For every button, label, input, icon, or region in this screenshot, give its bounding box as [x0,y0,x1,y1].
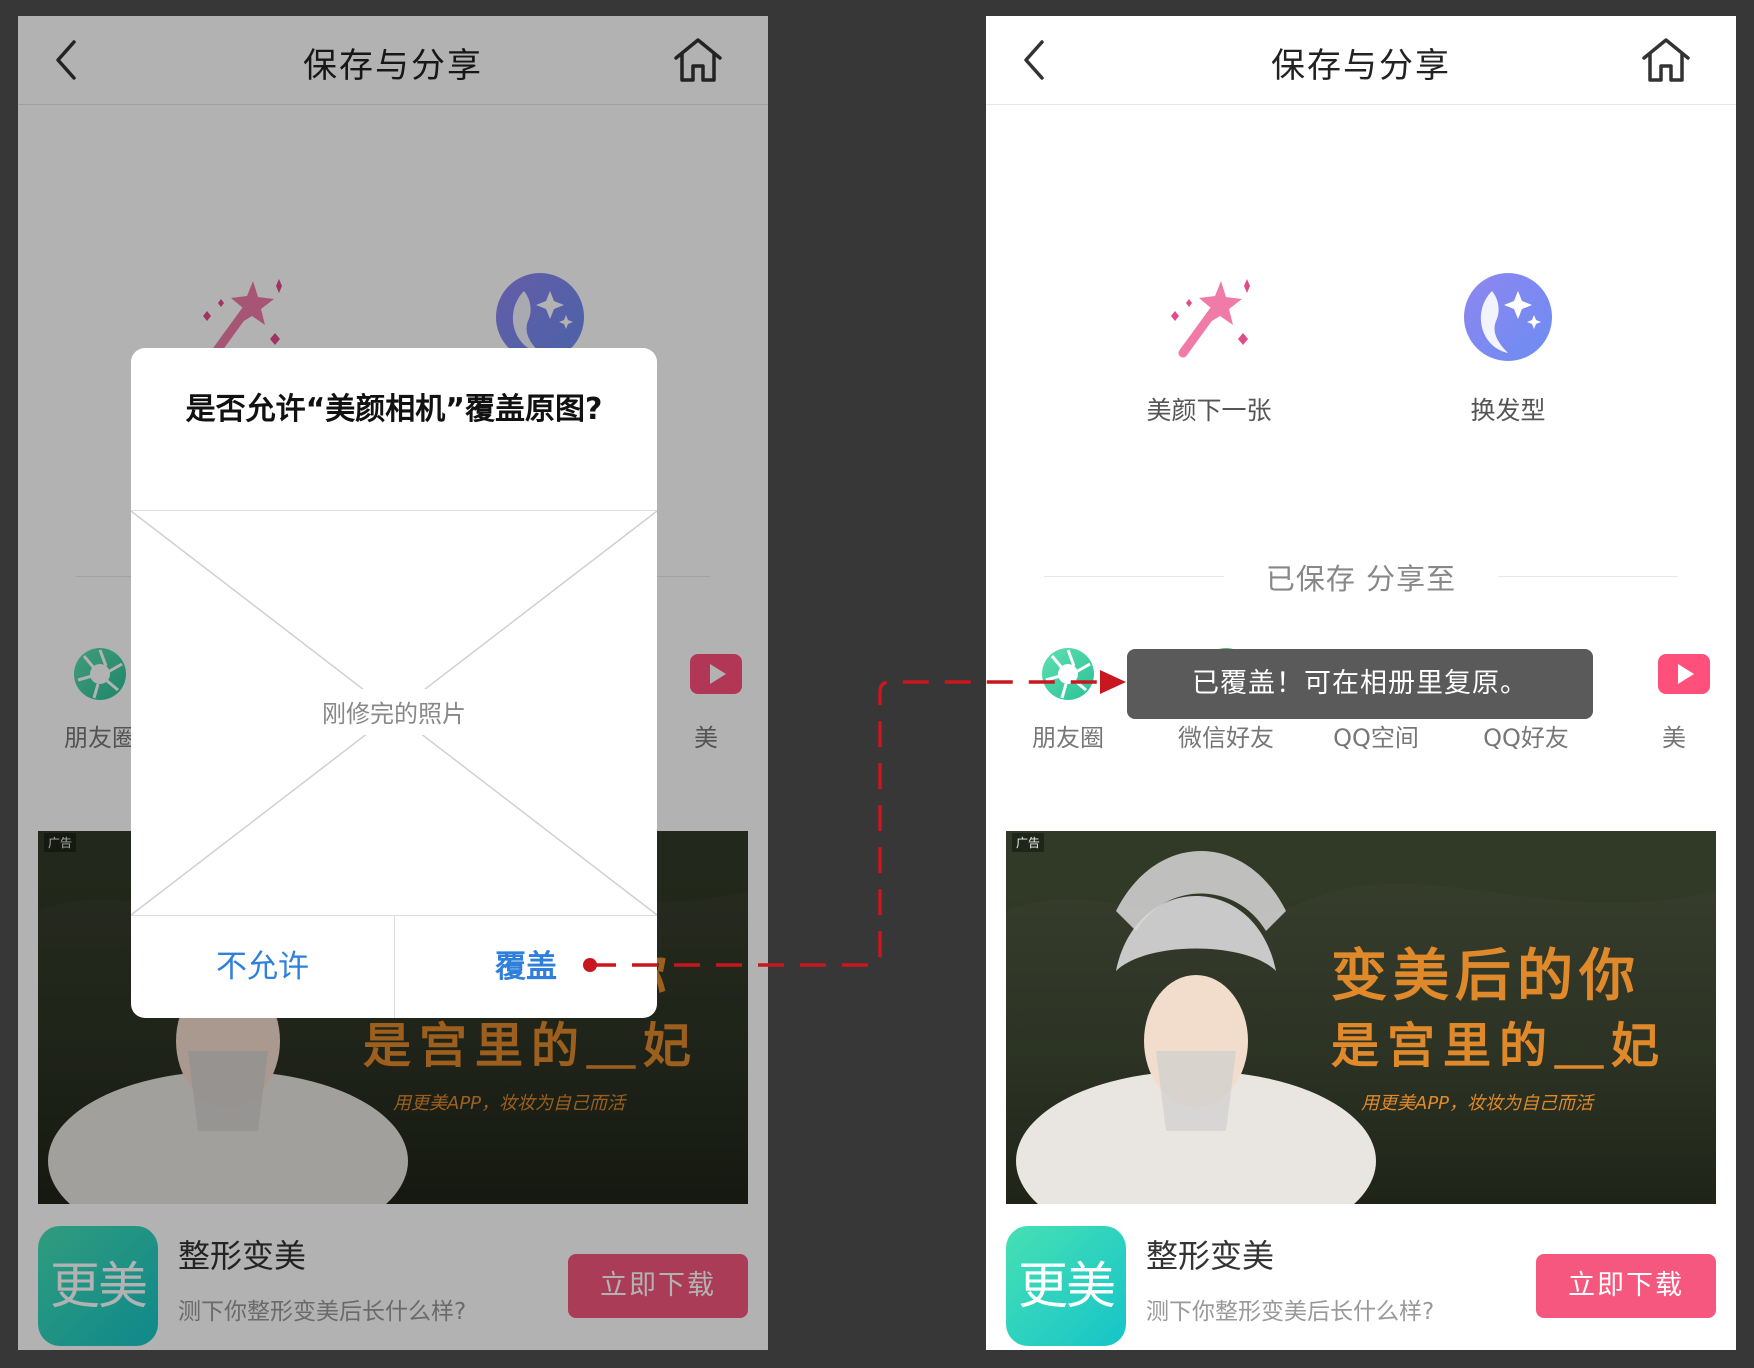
page-title: 保存与分享 [1271,46,1451,86]
share-label: 朋友圈 [1032,724,1104,752]
magic-wand-icon [1171,279,1250,358]
share-meipai[interactable]: 美 [1656,646,1736,753]
deny-button[interactable]: 不允许 [131,916,395,1018]
overwrite-dialog: 是否允许“美颜相机”覆盖原图? 刚修完的照片 不允许 覆盖 [131,348,657,1018]
toast-message: 已覆盖！可在相册里复原。 [1127,649,1593,719]
hairstyle-icon [1464,273,1552,361]
photo-label: 刚修完的照片 [322,700,466,728]
feature-hairstyle[interactable]: 换发型 [1408,271,1608,427]
share-label: QQ空间 [1333,724,1419,752]
photo-placeholder: 刚修完的照片 [131,510,657,916]
share-moments[interactable]: 朋友圈 [998,646,1138,753]
meipai-icon [1658,654,1710,694]
home-icon[interactable] [1638,32,1694,88]
ad-banner[interactable]: 广告 变美后的你 是宫里的＿妃 用更美APP，妆妆为自己而活 [1006,831,1716,1204]
feature-label: 美颜下一张 [1146,396,1272,425]
share-label: 美 [1662,724,1686,752]
saved-share-label: 已保存 分享至 [1265,562,1457,596]
share-label: QQ好友 [1483,724,1569,752]
feature-beauty-next[interactable]: 美颜下一张 [1109,271,1309,427]
share-label: 微信好友 [1178,724,1274,752]
phone-screen-dialog: 保存与分享 美颜下一张 换发型 已保存 分享至 朋友圈 [18,16,768,1350]
app-title: 整形变美 [1146,1237,1275,1275]
moments-icon [1042,648,1094,700]
ad-headline: 是宫里的＿妃 [1331,1018,1668,1074]
cover-button[interactable]: 覆盖 [395,916,657,1018]
ad-tag: 广告 [1012,833,1045,852]
ad-slogan: 用更美APP，妆妆为自己而活 [1361,1093,1594,1114]
dialog-title: 是否允许“美颜相机”覆盖原图? [185,392,603,427]
phone-screen-result: 保存与分享 美颜下一张 换发型 已保存 分享至 朋友圈 微信好友 QQ空间 QQ… [986,16,1736,1350]
app-icon[interactable]: 更美 [1006,1226,1126,1346]
feature-label: 换发型 [1470,396,1546,425]
ad-headline: 变美后的你 [1331,943,1641,1009]
download-button[interactable]: 立即下载 [1536,1254,1716,1318]
nav-bar: 保存与分享 [986,16,1736,105]
app-description: 测下你整形变美后长什么样? [1146,1299,1435,1325]
